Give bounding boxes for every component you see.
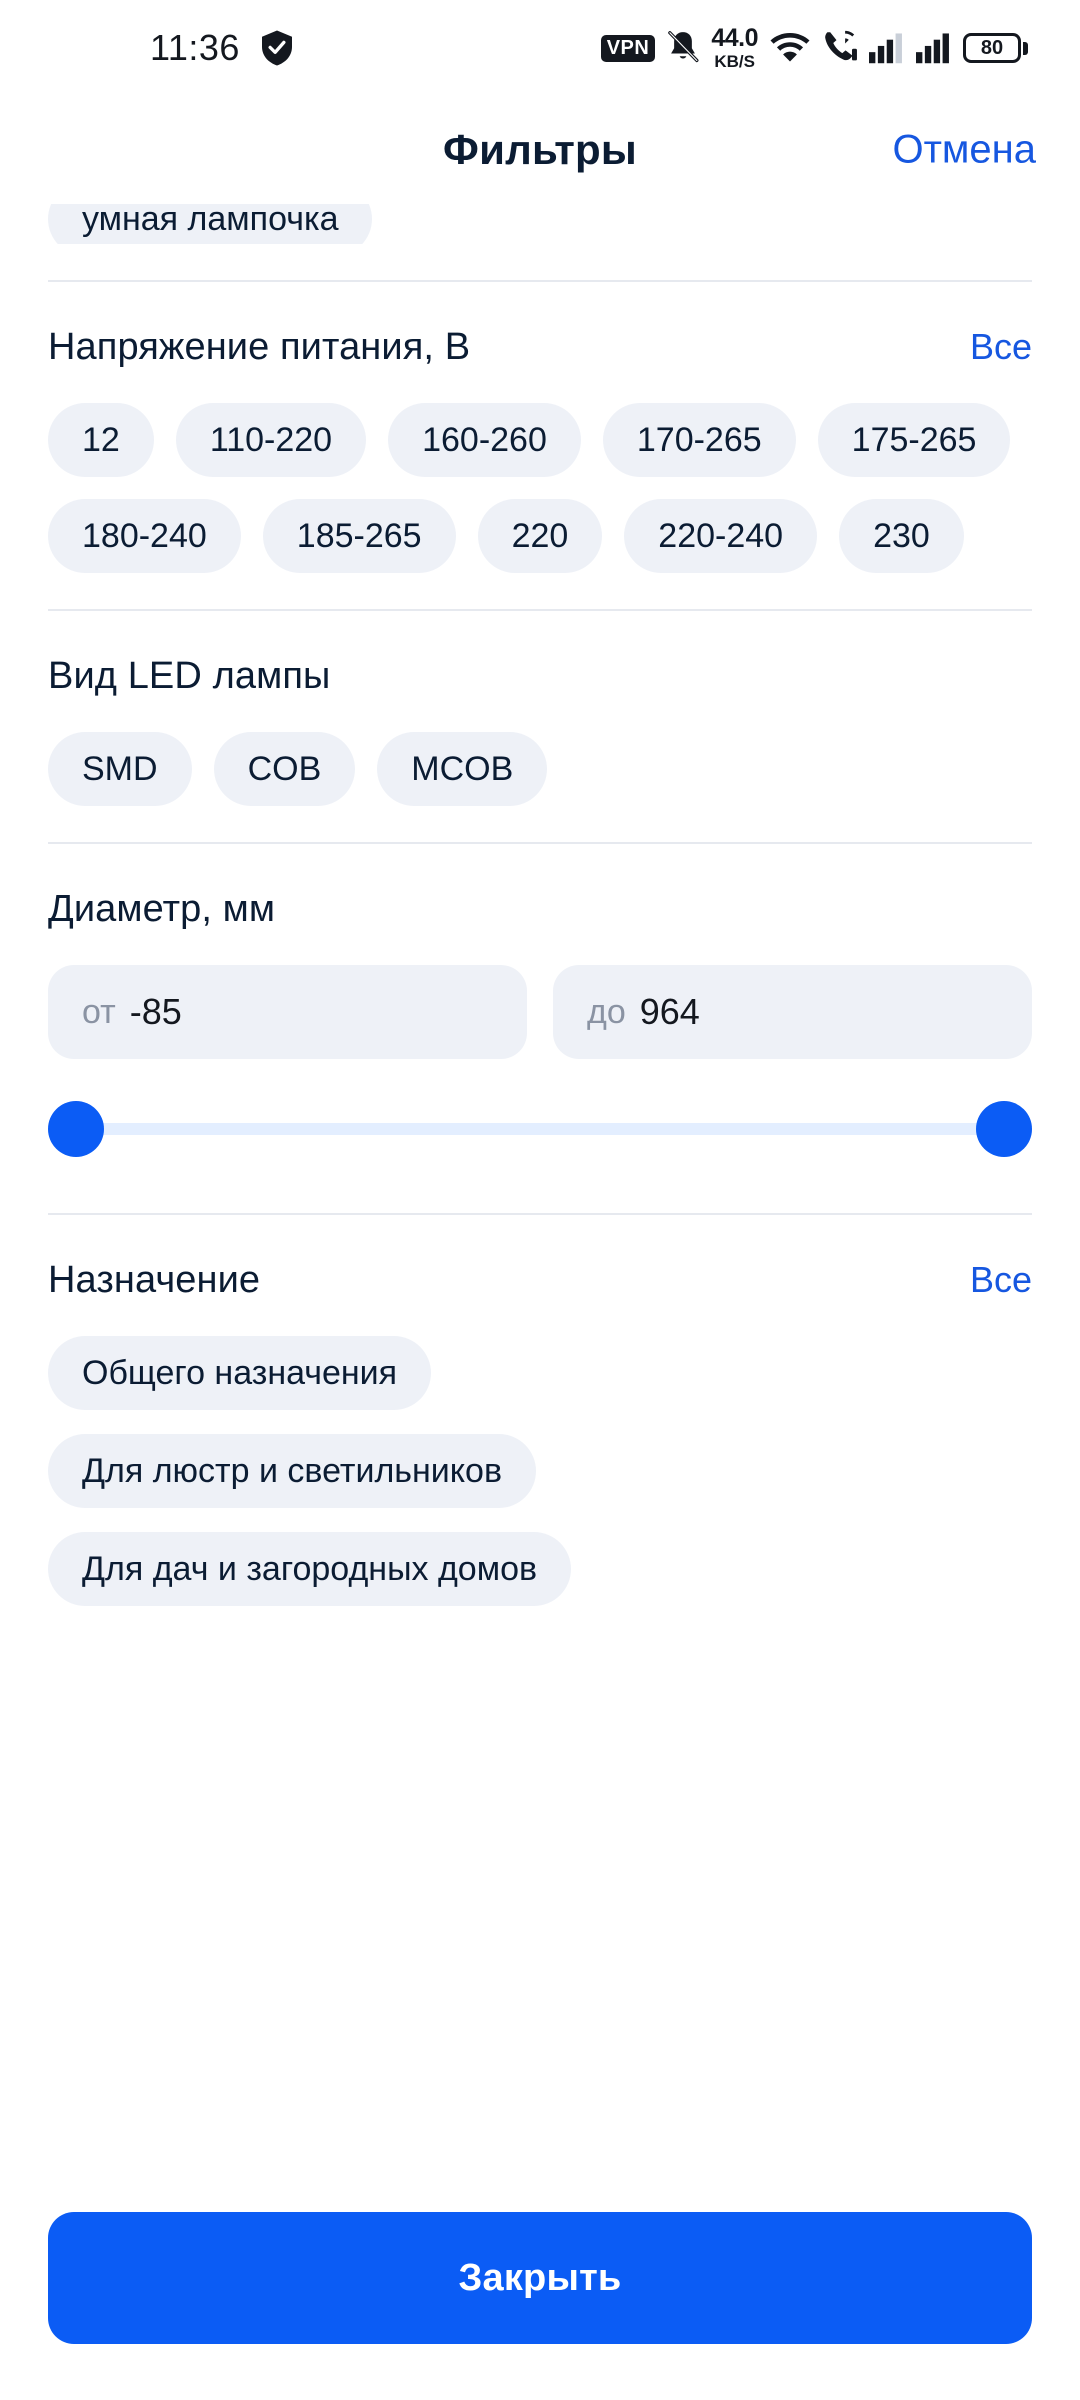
section-divider [48, 842, 1032, 844]
footer-bar: Закрыть [0, 2156, 1080, 2400]
filter-section-voltage: Напряжение питания, В Все 12 110-220 160-260… [48, 280, 1032, 573]
filter-chip[interactable]: 110-220 [175, 403, 367, 477]
battery-icon: 80 [963, 33, 1028, 63]
close-button[interactable]: Закрыть [48, 2212, 1032, 2344]
section-divider [48, 1213, 1032, 1215]
battery-level-label: 80 [963, 33, 1021, 63]
cancel-button[interactable]: Отмена [892, 128, 1036, 173]
signal-bars-icon [916, 32, 952, 64]
page-title: Фильтры [443, 126, 637, 173]
signal-bars-icon [869, 32, 905, 64]
filter-section-diameter: Диаметр, мм от -85 до 964 [48, 842, 1032, 1177]
chip-group: SMD COB MCOB [48, 732, 1032, 806]
filter-chip[interactable]: 180-240 [48, 499, 241, 573]
section-title: Диаметр, мм [48, 888, 276, 930]
filter-chip[interactable]: COB [213, 732, 356, 806]
filter-chip[interactable]: 185-265 [262, 499, 456, 573]
call-wifi-icon [822, 29, 858, 67]
filter-chip[interactable]: SMD [48, 732, 192, 806]
filter-chip[interactable]: MCOB [377, 732, 548, 806]
slider-thumb-min[interactable] [48, 1101, 104, 1157]
status-bar: 11:36 VPN 44.0 KB/S 80 [0, 0, 1080, 96]
chip-smart-bulb[interactable]: умная лампочка [48, 204, 373, 244]
range-to-prefix: до [587, 992, 626, 1031]
section-header: Диаметр, мм [48, 888, 1032, 931]
filter-chip[interactable]: 160-260 [388, 403, 581, 477]
section-header: Вид LED лампы [48, 655, 1032, 698]
filter-chip[interactable]: Общего назначения [48, 1336, 432, 1410]
range-from-value: -85 [129, 991, 182, 1032]
range-to-input[interactable]: до 964 [553, 965, 1032, 1059]
status-bar-clock: 11:36 [150, 27, 240, 68]
section-divider [48, 280, 1032, 282]
network-speed-unit: KB/S [714, 52, 755, 71]
section-divider [48, 609, 1032, 611]
section-header: Назначение Все [48, 1259, 1032, 1302]
section-title: Напряжение питания, В [48, 326, 471, 368]
chip-group: 12 110-220 160-260 170-265 175-265 180-240 185… [48, 403, 1032, 573]
shield-check-icon [261, 30, 292, 66]
show-all-link[interactable]: Все [970, 1259, 1032, 1301]
scroll-fade-overlay [0, 2090, 1080, 2156]
screen-header: Фильтры Отмена [0, 96, 1080, 204]
filter-chip[interactable]: 175-265 [817, 403, 1011, 477]
slider-thumb-max[interactable] [976, 1101, 1032, 1157]
filter-chip[interactable]: 230 [839, 499, 964, 573]
chip-group: Общего назначения Для люстр и светильнико… [48, 1336, 1032, 1606]
filter-chip[interactable]: Для дач и загородных домов [48, 1532, 572, 1606]
range-inputs: от -85 до 964 [48, 965, 1032, 1059]
section-header: Напряжение питания, В Все [48, 326, 1032, 369]
section-title: Вид LED лампы [48, 655, 331, 697]
show-all-link[interactable]: Все [970, 326, 1032, 368]
filter-section-purpose: Назначение Все Общего назначения Для люстр … [48, 1213, 1032, 1606]
network-speed-value: 44.0 [711, 24, 758, 52]
status-bar-icons: VPN 44.0 KB/S 80 [600, 24, 1028, 71]
filters-content: умная лампочка Напряжение питания, В Все 1… [0, 204, 1080, 1606]
slider-fill [76, 1123, 1004, 1135]
filters-screen: 11:36 VPN 44.0 KB/S 80 Фильтры Отмена ум… [0, 0, 1080, 2400]
filter-section-led-type: Вид LED лампы SMD COB MCOB [48, 609, 1032, 806]
vpn-badge: VPN [600, 34, 656, 62]
filter-chip[interactable]: Для люстр и светильников [48, 1434, 537, 1508]
filter-chip[interactable]: 12 [48, 403, 154, 477]
range-slider[interactable] [48, 1081, 1032, 1177]
range-from-prefix: от [82, 992, 116, 1031]
battery-cap [1023, 41, 1028, 55]
clipped-chip-row: умная лампочка [48, 204, 1032, 244]
section-title: Назначение [48, 1259, 261, 1301]
wifi-icon [769, 28, 811, 68]
bell-muted-icon [666, 30, 700, 66]
filter-chip[interactable]: 220-240 [624, 499, 818, 573]
range-from-input[interactable]: от -85 [48, 965, 527, 1059]
filters-scroll-area[interactable]: умная лампочка Напряжение питания, В Все 1… [0, 204, 1080, 2156]
filter-chip[interactable]: 220 [477, 499, 603, 573]
filter-chip[interactable]: 170-265 [602, 403, 796, 477]
range-to-value: 964 [639, 991, 700, 1032]
network-speed-indicator: 44.0 KB/S [711, 24, 758, 71]
